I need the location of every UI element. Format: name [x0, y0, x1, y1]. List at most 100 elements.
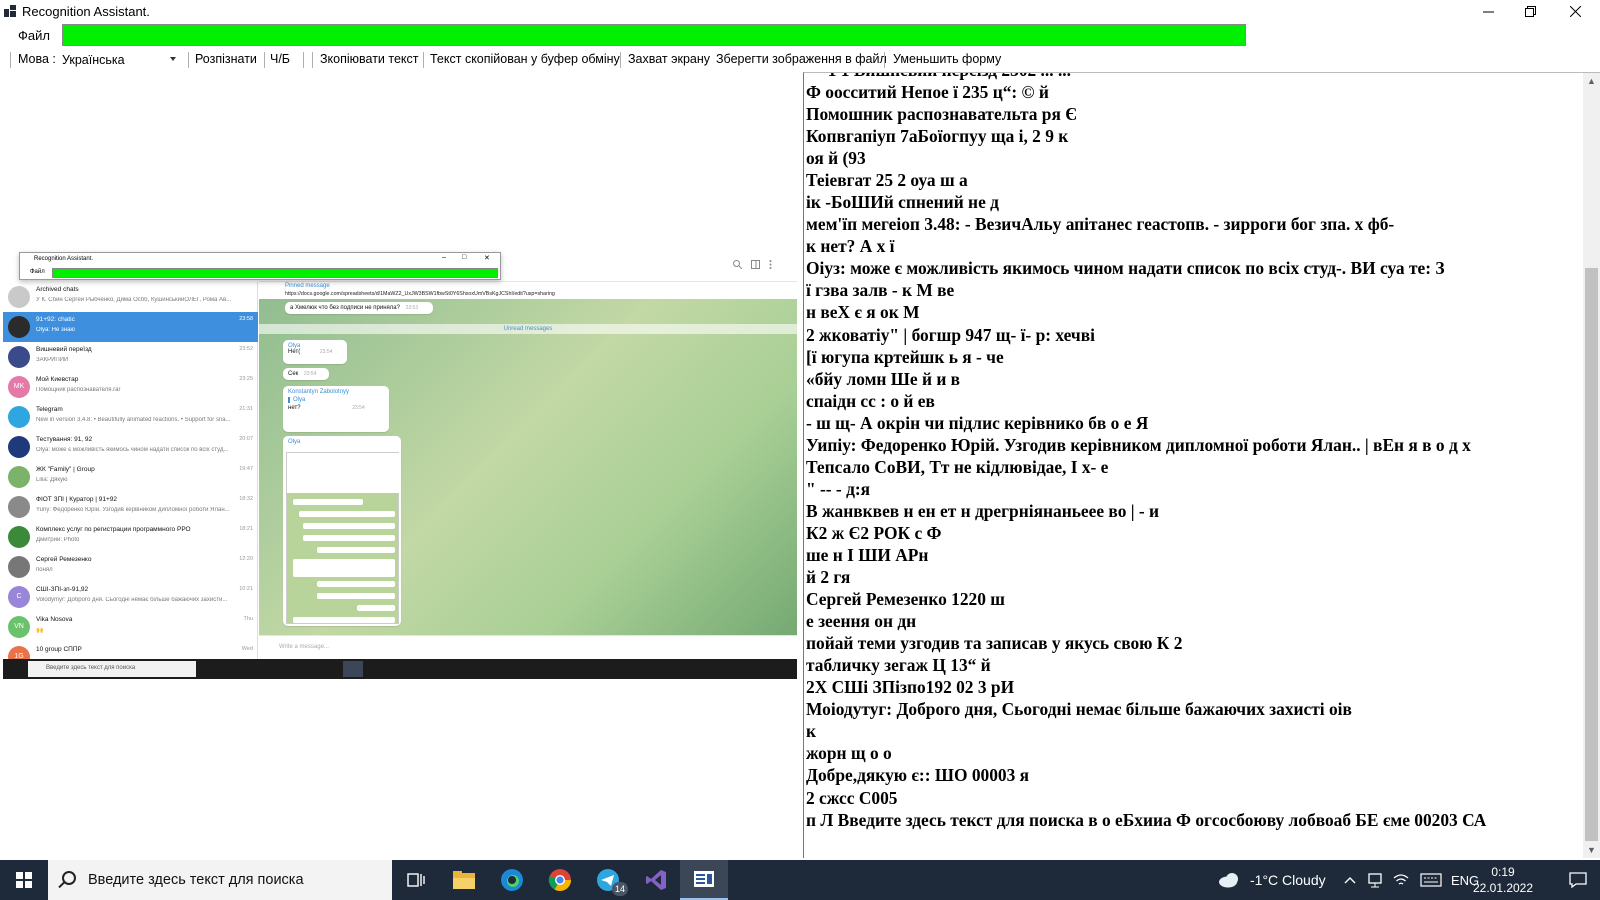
- chat-sub: Дмитрий: Photo: [36, 537, 80, 543]
- message-sender: Konstantyn Zabolotnyy: [288, 389, 350, 395]
- keyboard-button[interactable]: [1420, 860, 1442, 900]
- ocr-text: Ф оосситий Непое ї 235 ц“: © й Помошник р…: [806, 81, 1576, 831]
- vertical-scrollbar[interactable]: ▲ ▼: [1583, 73, 1600, 858]
- columns-icon: [751, 260, 760, 269]
- message-time: 23:54: [319, 349, 333, 355]
- message-time: 23:53: [405, 305, 419, 311]
- ocr-line: Ф оосситий Непое ї 235 ц“: © й: [806, 82, 1049, 102]
- windows-taskbar: Введите здесь текст для поиска 14 -1°C C…: [0, 860, 1600, 900]
- chat-time: 23:52: [239, 346, 253, 352]
- minimize-button[interactable]: [1465, 0, 1511, 23]
- edge-button[interactable]: [488, 860, 536, 900]
- menu-file[interactable]: Файл: [18, 28, 50, 43]
- bw-button[interactable]: Ч/Б: [270, 52, 290, 66]
- chat-sub: Olya: може є можливість якимось чином на…: [36, 447, 229, 453]
- wifi-button[interactable]: [1393, 860, 1409, 900]
- chat-name: ФІОТ ЗПІ | Куратор | 91+92: [36, 496, 118, 503]
- chat-time: 10:21: [239, 586, 253, 592]
- message-time: 23:54: [303, 371, 317, 377]
- copy-text-button[interactable]: Зкопіювати текст: [320, 52, 419, 66]
- task-view-button[interactable]: [392, 860, 440, 900]
- chevron-down-icon: [170, 57, 176, 61]
- language-select[interactable]: Українська: [59, 49, 181, 70]
- pinned-message: Pinned message https://docs.google.com/s…: [259, 282, 797, 299]
- chat-name: Vika Nosova: [36, 616, 73, 623]
- chat-row: 91+92: chatic Olya: Не знаю 23:58: [3, 312, 258, 342]
- chat-name: 91+92: chatic: [36, 316, 75, 323]
- telegram-badge: 14: [612, 882, 628, 896]
- ocr-line: й 2 гя: [806, 567, 851, 588]
- notifications-button[interactable]: [1556, 860, 1600, 900]
- ocr-line: " -- - д:я: [806, 478, 871, 499]
- more-icon: [769, 260, 772, 269]
- message-text: Сек: [288, 371, 299, 377]
- chat-name: ЖК "Family" | Group: [36, 466, 95, 473]
- visual-studio-button[interactable]: [632, 860, 680, 900]
- chat-sub: понял: [36, 567, 53, 573]
- chat-sub: Помощник распознавателя.rar: [36, 387, 121, 393]
- ocr-line: К2 ж Є2 РОК с Ф: [806, 522, 942, 543]
- ocr-text-area[interactable]: — 1 1 Вишневий переїзд 2302 ... ... Ф оо…: [803, 72, 1600, 858]
- ocr-line: табличку зегаж Ц 13“ й: [806, 655, 991, 676]
- app-icon: [4, 5, 16, 17]
- chevron-up-icon: [1344, 877, 1356, 884]
- chat-time: 18:21: [239, 526, 253, 532]
- language-value: Українська: [62, 53, 125, 67]
- chat-row: VN Vika Nosova 🙌 Thu: [3, 612, 258, 642]
- windows-start-icon: [16, 872, 32, 888]
- shrink-form-button[interactable]: Уменьшить форму: [893, 52, 1001, 66]
- file-explorer-button[interactable]: [440, 860, 488, 900]
- weather-widget[interactable]: -1°C Cloudy: [1218, 860, 1326, 900]
- chat-sub: У К. Сбин Сергей Рыбченко, Дима Осбб, Ку…: [36, 297, 232, 303]
- telegram-button[interactable]: 14: [584, 860, 632, 900]
- screen-capture-button[interactable]: Захват экрану: [628, 52, 710, 66]
- ocr-line: оя й (93: [806, 148, 866, 169]
- chat-time: Wed: [241, 646, 253, 652]
- ocr-line: ї гзва залв - к М ве: [806, 280, 955, 301]
- ocr-line: Оіуз: може є можливість якимось чином на…: [806, 258, 1445, 279]
- taskbar-search-box[interactable]: Введите здесь текст для поиска: [48, 860, 392, 900]
- restore-button[interactable]: [1507, 0, 1553, 23]
- show-hidden-icons-button[interactable]: [1344, 860, 1356, 900]
- message-bubble: Сек 23:54: [283, 368, 329, 380]
- notifications-icon: [1569, 872, 1587, 888]
- chat-avatar: [8, 556, 30, 578]
- recognition-assistant-icon: [694, 871, 714, 887]
- chat-avatar: [8, 316, 30, 338]
- recognize-button[interactable]: Розпізнати: [195, 52, 257, 66]
- copied-status-label: Текст скопійован у буфер обміну: [430, 52, 620, 66]
- save-image-button[interactable]: Зберегти зображення в файл: [716, 52, 887, 66]
- recognition-assistant-taskbar-button[interactable]: [680, 860, 728, 900]
- ocr-line: 2 жковатіу" | богшр 947 щ- ї- р: хечві: [806, 324, 1095, 345]
- device-tray-button[interactable]: [1368, 860, 1382, 900]
- chat-row: Комплекс услуг по регистрации программно…: [3, 522, 258, 552]
- chat-name: Вишневий переїзд: [36, 346, 92, 353]
- pinned-url: https://docs.google.com/spreadsheets/d/1…: [285, 291, 555, 297]
- scroll-down-arrow-icon[interactable]: ▼: [1583, 842, 1600, 858]
- chat-name: Мой Киевстар: [36, 376, 79, 383]
- minimize-icon: [1482, 11, 1494, 13]
- clock-date: 22.01.2022: [1472, 881, 1534, 895]
- chat-name: Telegram: [36, 406, 63, 413]
- message-text: Нет(: [288, 349, 301, 355]
- ocr-line: ік -БоШИй спнений не д: [806, 192, 999, 213]
- chat-time: Thu: [243, 616, 253, 622]
- chat-avatar: [8, 286, 30, 308]
- recognition-assistant-window: Recognition Assistant. Файл Мова : Украї…: [0, 0, 1600, 900]
- chrome-button[interactable]: [536, 860, 584, 900]
- start-button[interactable]: [0, 860, 48, 900]
- chat-name: Тестування: 91, 92: [36, 436, 93, 443]
- message-bubble: Konstantyn Zabolotnyy Olya нет? 23:54: [283, 386, 389, 432]
- chat-name: Archived chats: [36, 286, 79, 293]
- chat-sub: Volodymyr: Доброго дня. Сьогодні немає б…: [36, 597, 228, 603]
- close-button[interactable]: [1552, 0, 1598, 23]
- ocr-line: Уипіу: Федоренко Юрій. Узгодив керівнико…: [806, 434, 1471, 455]
- chat-avatar: [8, 406, 30, 428]
- scroll-up-arrow-icon[interactable]: ▲: [1583, 73, 1600, 90]
- clock[interactable]: 0:19 22.01.2022: [1470, 864, 1536, 896]
- chat-avatar: [8, 346, 30, 368]
- chat-avatar: MK: [8, 376, 30, 398]
- ocr-line: Добре,дякую є:: ШО 00003 я: [806, 765, 1030, 786]
- chat-time: 18:32: [239, 496, 253, 502]
- scroll-thumb[interactable]: [1585, 268, 1598, 841]
